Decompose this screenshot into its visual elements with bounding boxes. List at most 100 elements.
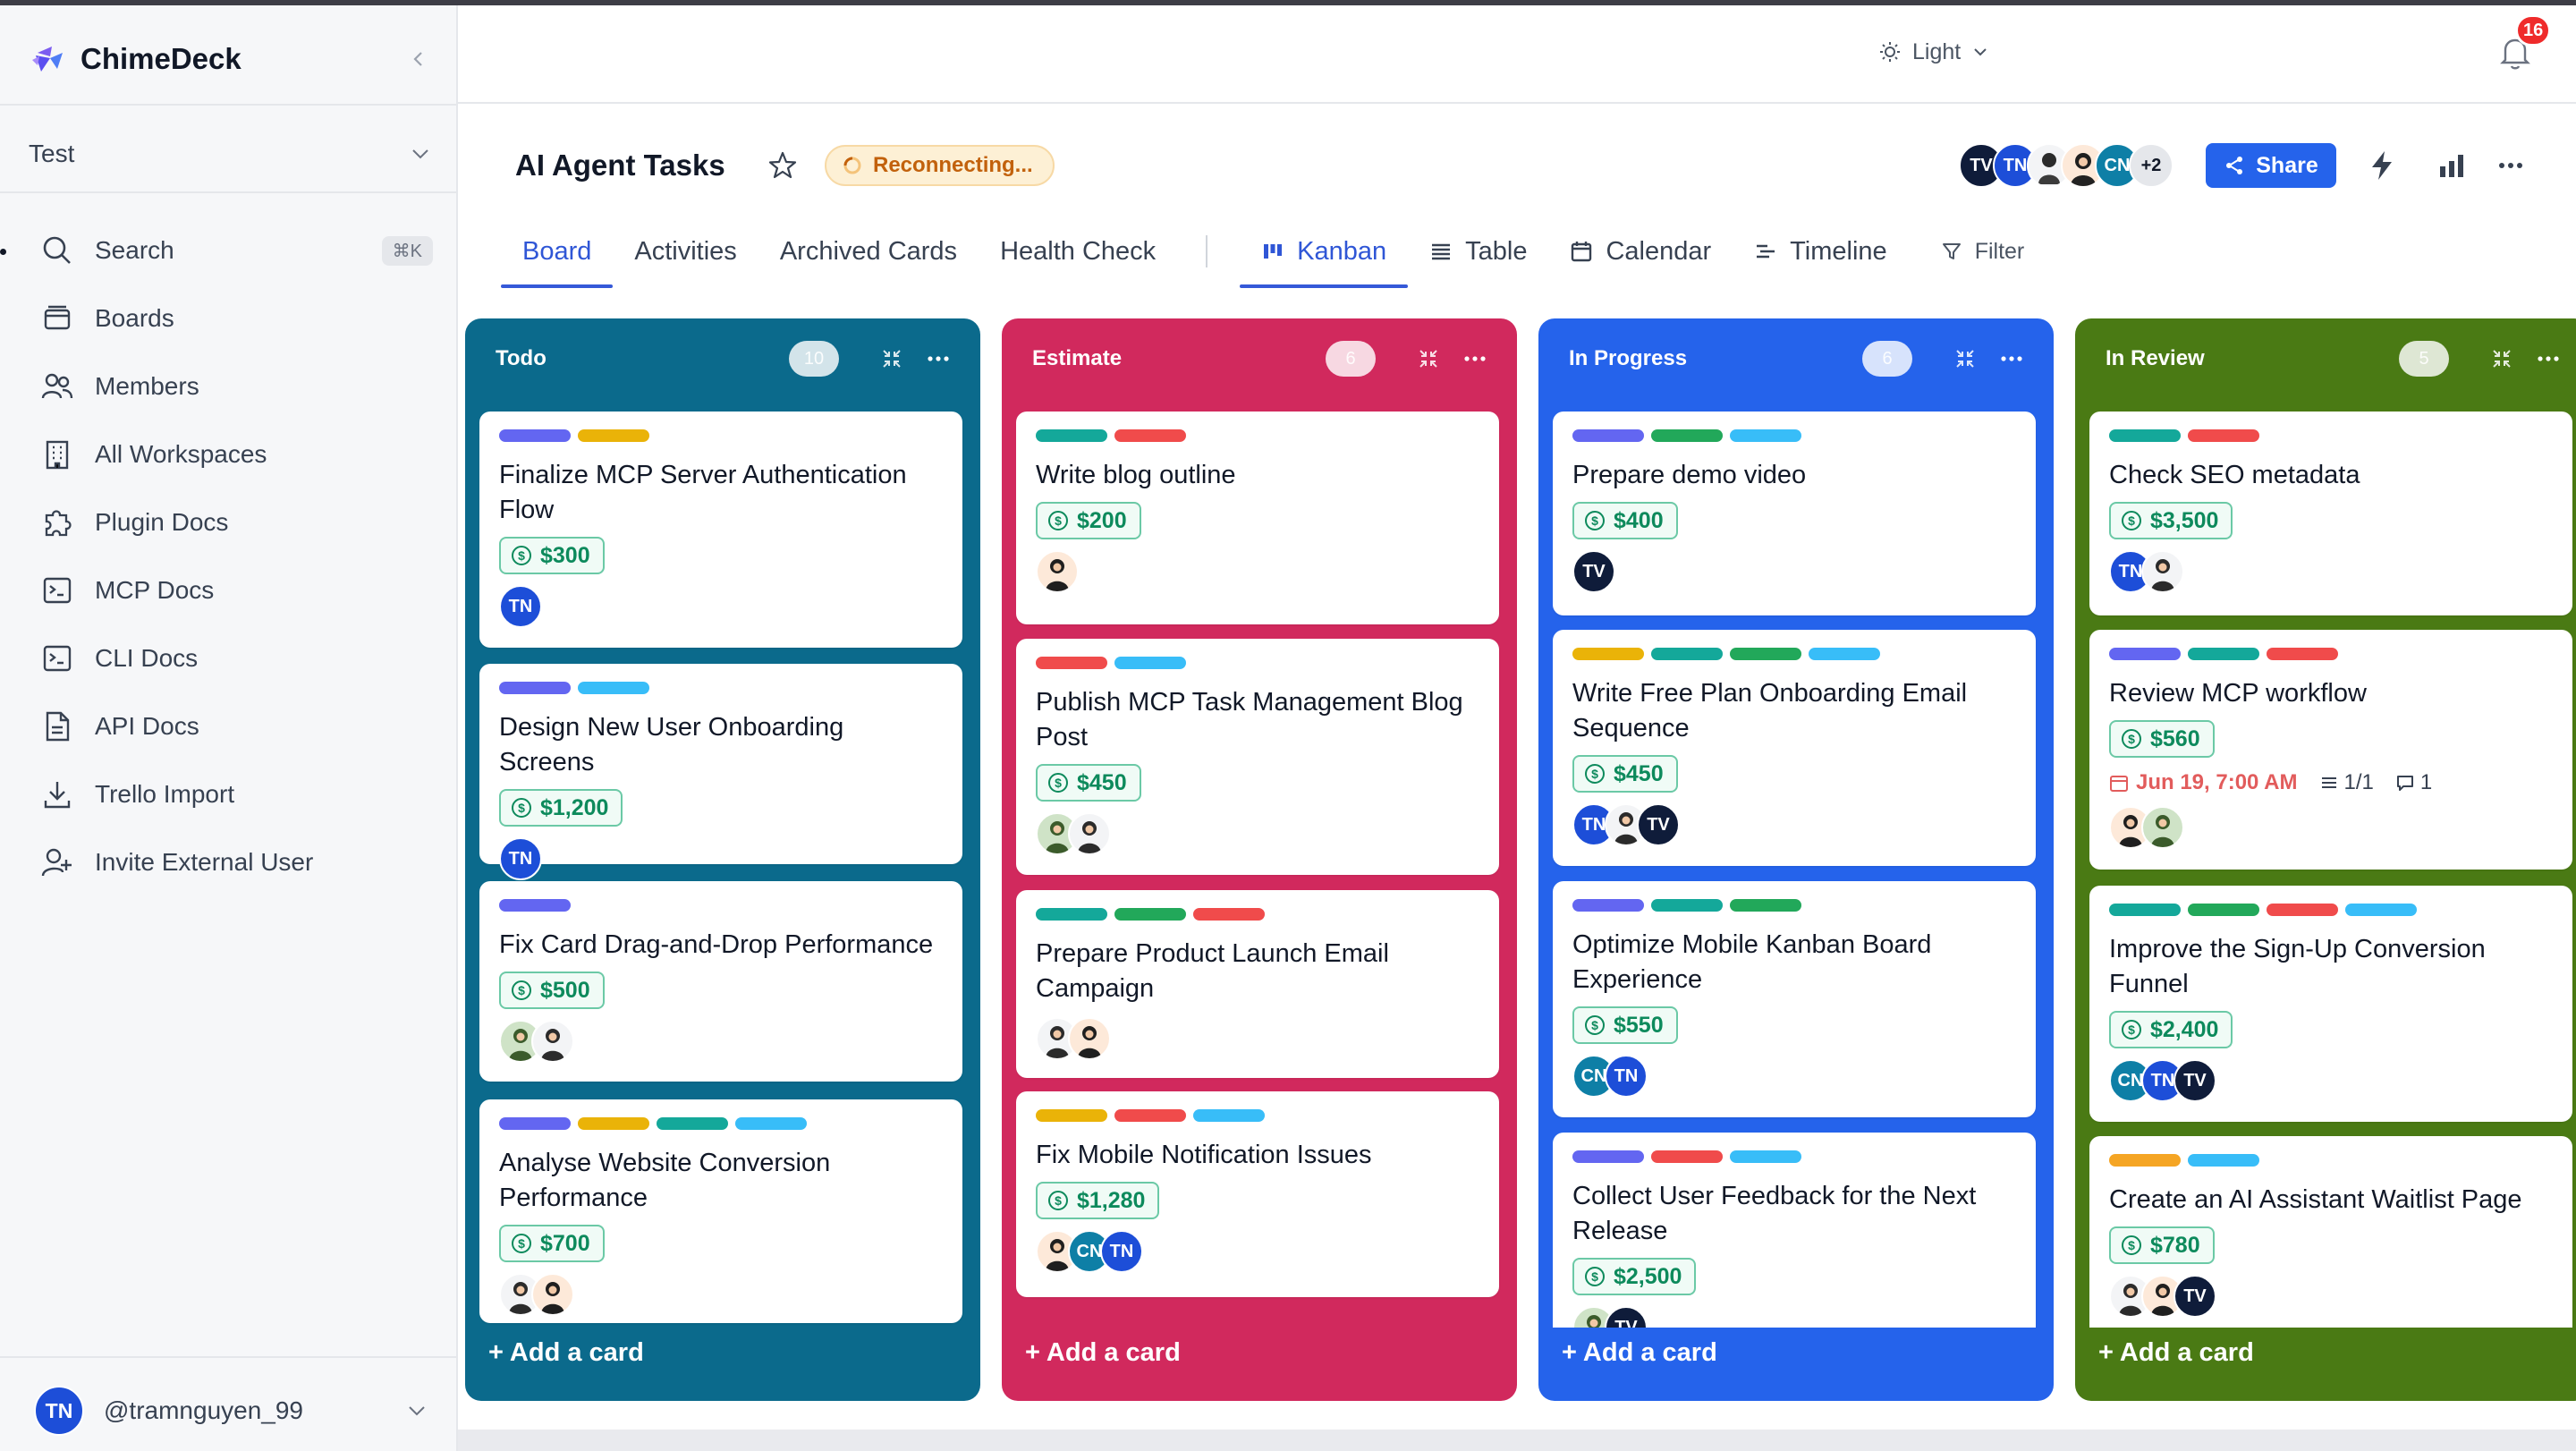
card-assignees xyxy=(499,1273,943,1316)
collapse-icon xyxy=(2493,350,2511,368)
card-label xyxy=(1651,899,1723,912)
collapse-icon xyxy=(1419,350,1437,368)
theme-toggle[interactable]: Light xyxy=(1878,32,1989,72)
sidebar-item-invite-external-user[interactable]: Invite External User xyxy=(39,828,433,896)
kanban-card[interactable]: Improve the Sign-Up Conversion Funnel $ $… xyxy=(2089,886,2572,1122)
horizontal-scrollbar[interactable] xyxy=(458,1430,2576,1451)
terminal-icon xyxy=(39,573,75,608)
add-card-button[interactable]: + Add a card xyxy=(488,1338,644,1368)
chevron-down-icon xyxy=(409,1406,425,1416)
card-labels xyxy=(1036,429,1479,444)
brand[interactable]: ChimeDeck xyxy=(32,38,242,81)
sidebar-item-members[interactable]: Members xyxy=(39,352,433,420)
dollar-icon: $ xyxy=(2122,729,2141,749)
card-label xyxy=(1651,1150,1723,1163)
board-members[interactable]: TV TN CN +2 xyxy=(1959,143,2174,188)
dollar-icon: $ xyxy=(1585,1015,1605,1035)
due-date[interactable]: Jun 19, 7:00 AM xyxy=(2109,770,2298,795)
workspace-select[interactable]: Test xyxy=(29,127,431,181)
card-label xyxy=(1730,429,1801,442)
collapse-sidebar-button[interactable] xyxy=(402,43,435,75)
card-assignees: TN TV xyxy=(1572,803,2016,846)
sidebar-item-search[interactable]: Search ⌘K xyxy=(39,216,433,284)
star-icon[interactable] xyxy=(767,150,798,181)
view-table[interactable]: Table xyxy=(1408,215,1548,288)
tab-board[interactable]: Board xyxy=(501,215,614,288)
chevron-down-icon xyxy=(1974,48,1987,56)
price-badge: $ $1,200 xyxy=(499,789,623,827)
collapse-column-button[interactable] xyxy=(877,344,907,374)
column-menu-button[interactable] xyxy=(2533,344,2563,374)
kanban-card[interactable]: Finalize MCP Server Authentication Flow … xyxy=(479,412,962,648)
view-timeline[interactable]: Timeline xyxy=(1733,215,1909,288)
kanban-column-in-review: In Review 5 Check SEO metadata $ $3,500 T… xyxy=(2075,318,2576,1401)
dollar-icon: $ xyxy=(512,980,531,1000)
column-header: Todo 10 xyxy=(496,336,953,381)
sidebar-item-label: Search xyxy=(95,236,174,264)
card-title: Publish MCP Task Management Blog Post xyxy=(1036,688,1463,751)
collapse-column-button[interactable] xyxy=(1413,344,1444,374)
more-options-button[interactable] xyxy=(2494,148,2528,182)
kanban-card[interactable]: Fix Card Drag-and-Drop Performance $ $500 xyxy=(479,881,962,1082)
price-badge: $ $200 xyxy=(1036,502,1141,539)
search-icon xyxy=(39,233,75,268)
card-label xyxy=(1114,1109,1186,1122)
kanban-card[interactable]: Analyse Website Conversion Performance $… xyxy=(479,1099,962,1323)
price-value: $200 xyxy=(1077,507,1127,533)
card-label xyxy=(2109,648,2181,660)
collapse-column-button[interactable] xyxy=(2487,344,2517,374)
automation-button[interactable] xyxy=(2365,148,2399,182)
view-calendar[interactable]: Calendar xyxy=(1548,215,1733,288)
sidebar-item-cli-docs[interactable]: CLI Docs xyxy=(39,624,433,692)
avatar-overflow-count: +2 xyxy=(2129,143,2174,188)
kanban-card[interactable]: Design New User Onboarding Screens $ $1,2… xyxy=(479,664,962,880)
column-menu-button[interactable] xyxy=(1996,344,2027,374)
sidebar-item-label: API Docs xyxy=(95,712,199,740)
view-kanban[interactable]: Kanban xyxy=(1240,215,1409,288)
sidebar: ChimeDeck Test Search ⌘K Boards Members … xyxy=(0,5,458,1451)
sidebar-item-mcp-docs[interactable]: MCP Docs xyxy=(39,556,433,624)
kanban-card[interactable]: Prepare Product Launch Email Campaign xyxy=(1016,890,1499,1078)
puzzle-icon xyxy=(39,505,75,540)
kanban-icon xyxy=(1264,244,1283,259)
kanban-card[interactable]: Write Free Plan Onboarding Email Sequenc… xyxy=(1553,630,2036,866)
sidebar-item-boards[interactable]: Boards xyxy=(39,284,433,352)
user-menu[interactable]: TN @tramnguyen_99 xyxy=(34,1385,428,1437)
kanban-card[interactable]: Fix Mobile Notification Issues $ $1,280 C… xyxy=(1016,1091,1499,1297)
kanban-card[interactable]: Publish MCP Task Management Blog Post $ $… xyxy=(1016,639,1499,875)
kanban-card[interactable]: Review MCP workflow $ $560 Jun 19, 7:00 A… xyxy=(2089,630,2572,870)
kanban-card[interactable]: Create an AI Assistant Waitlist Page $ $7… xyxy=(2089,1136,2572,1328)
kanban-card[interactable]: Prepare demo video $ $400 TV xyxy=(1553,412,2036,615)
sidebar-item-plugin-docs[interactable]: Plugin Docs xyxy=(39,488,433,556)
column-card-list: Check SEO metadata $ $3,500 TN Review MCP… xyxy=(2089,412,2576,1328)
card-labels xyxy=(1036,1109,1479,1124)
user-handle: @tramnguyen_99 xyxy=(104,1396,304,1424)
sidebar-item-api-docs[interactable]: API Docs xyxy=(39,692,433,760)
dollar-icon: $ xyxy=(512,798,531,818)
tab-health-check[interactable]: Health Check xyxy=(979,215,1177,288)
sidebar-item-trello-import[interactable]: Trello Import xyxy=(39,760,433,828)
card-label xyxy=(657,1117,728,1130)
column-menu-button[interactable] xyxy=(923,344,953,374)
insights-button[interactable] xyxy=(2435,148,2469,182)
filter-button[interactable]: Filter xyxy=(1919,215,2046,288)
collapse-column-button[interactable] xyxy=(1950,344,1980,374)
tab-archived-cards[interactable]: Archived Cards xyxy=(758,215,979,288)
add-card-button[interactable]: + Add a card xyxy=(2098,1338,2254,1368)
column-menu-button[interactable] xyxy=(1460,344,1490,374)
kanban-card[interactable]: Collect User Feedback for the Next Relea… xyxy=(1553,1133,2036,1328)
sidebar-item-label: Invite External User xyxy=(95,848,314,876)
add-card-button[interactable]: + Add a card xyxy=(1025,1338,1181,1368)
card-title: Review MCP workflow xyxy=(2109,679,2367,708)
add-card-button[interactable]: + Add a card xyxy=(1562,1338,1717,1368)
chevron-left-icon xyxy=(413,52,422,66)
tab-activities[interactable]: Activities xyxy=(613,215,758,288)
kanban-card[interactable]: Check SEO metadata $ $3,500 TN xyxy=(2089,412,2572,615)
card-title: Finalize MCP Server Authentication Flow xyxy=(499,461,907,524)
kanban-card[interactable]: Optimize Mobile Kanban Board Experience … xyxy=(1553,881,2036,1117)
card-label xyxy=(1809,648,1880,660)
sidebar-item-all-workspaces[interactable]: All Workspaces xyxy=(39,420,433,488)
share-button[interactable]: Share xyxy=(2206,143,2336,188)
kanban-card[interactable]: Write blog outline $ $200 xyxy=(1016,412,1499,624)
sidebar-item-label: Plugin Docs xyxy=(95,508,229,536)
